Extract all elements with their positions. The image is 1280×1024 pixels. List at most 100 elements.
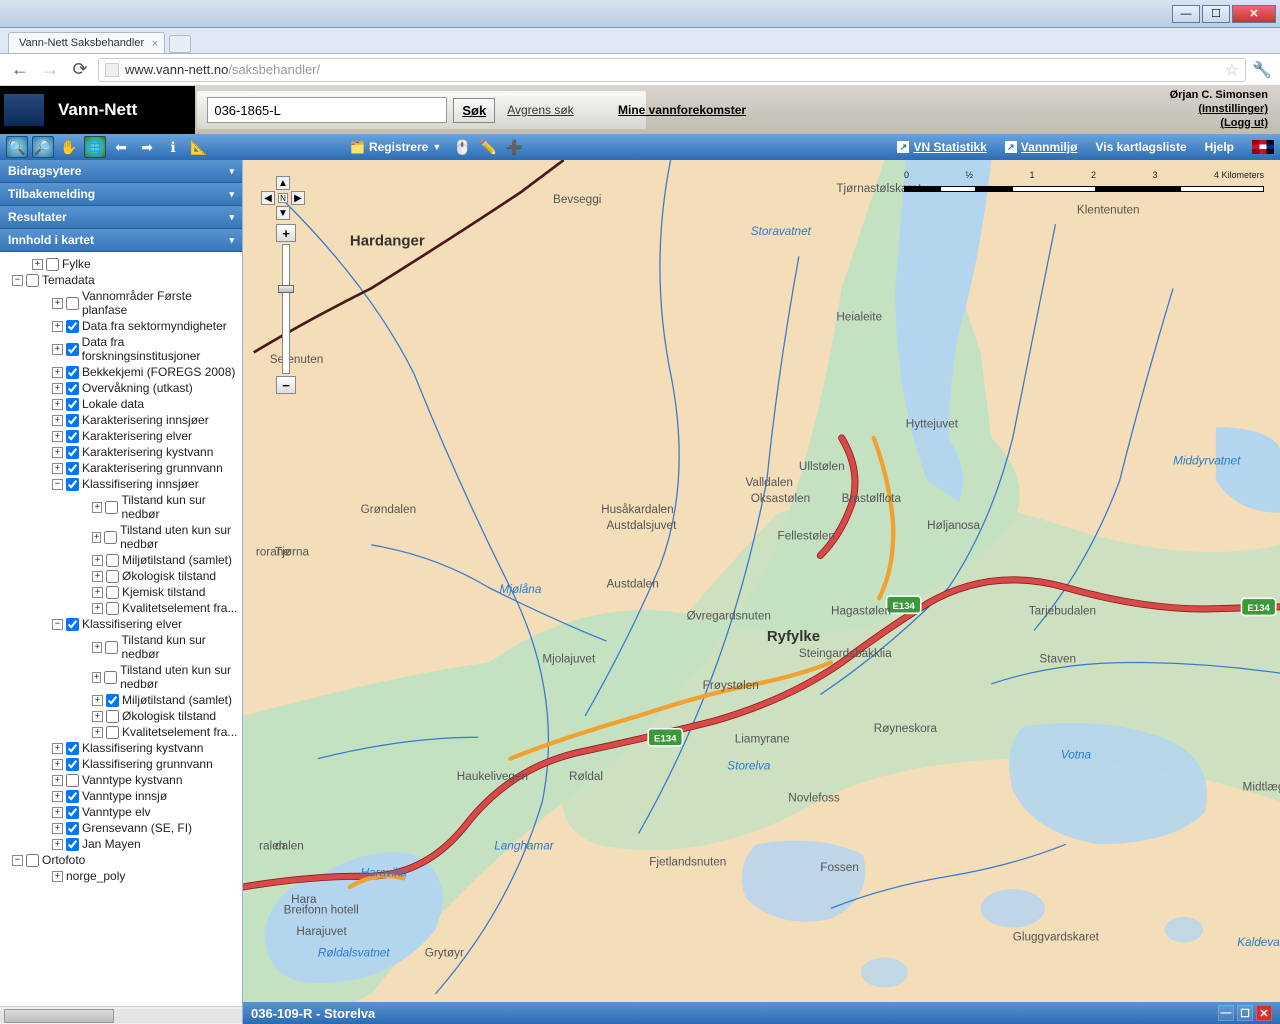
tree-toggle[interactable]: + — [32, 259, 43, 270]
tree-toggle[interactable]: + — [92, 571, 103, 582]
vis-kartlagsliste-link[interactable]: Vis kartlagsliste — [1095, 140, 1186, 154]
pan-north-button[interactable]: ▲ — [276, 176, 290, 190]
tree-toggle[interactable]: + — [52, 447, 63, 458]
layer-checkbox[interactable] — [106, 710, 119, 723]
tree-toggle[interactable]: + — [52, 383, 63, 394]
tree-toggle[interactable]: + — [52, 321, 63, 332]
tree-toggle[interactable]: + — [52, 431, 63, 442]
bookmark-star-icon[interactable]: ☆ — [1225, 60, 1239, 80]
settings-link[interactable]: (Innstillinger) — [1198, 103, 1268, 115]
pan-tool-icon[interactable]: ✋ — [58, 136, 80, 158]
measure-tool-icon[interactable]: 📐 — [188, 136, 210, 158]
browser-tab[interactable]: Vann-Nett Saksbehandler × — [8, 32, 165, 53]
window-maximize-button[interactable]: ☐ — [1202, 5, 1230, 23]
layer-checkbox[interactable] — [66, 806, 79, 819]
window-minimize-button[interactable]: — — [1172, 5, 1200, 23]
pan-center-button[interactable]: N — [278, 193, 288, 203]
layer-checkbox[interactable] — [66, 297, 79, 310]
new-tab-button[interactable] — [169, 35, 191, 53]
sidebar-h-scrollbar[interactable] — [0, 1006, 242, 1024]
tree-toggle[interactable]: + — [92, 711, 103, 722]
vn-statistikk-link[interactable]: ↗VN Statistikk — [897, 140, 986, 154]
layer-checkbox[interactable] — [106, 586, 119, 599]
tree-toggle[interactable]: + — [52, 463, 63, 474]
layer-checkbox[interactable] — [66, 446, 79, 459]
layer-checkbox[interactable] — [66, 822, 79, 835]
tree-toggle[interactable]: + — [92, 603, 103, 614]
tree-toggle[interactable]: + — [92, 587, 103, 598]
pan-east-button[interactable]: ▶ — [291, 191, 305, 205]
tree-toggle[interactable]: + — [92, 727, 103, 738]
panel-min-button[interactable]: — — [1218, 1005, 1234, 1021]
layer-checkbox[interactable] — [66, 320, 79, 333]
layer-tree[interactable]: +Fylke −Temadata +Vannområder Første pla… — [0, 252, 242, 1006]
tree-toggle[interactable]: − — [52, 479, 63, 490]
search-button[interactable]: Søk — [453, 98, 495, 123]
tree-toggle[interactable]: + — [92, 642, 102, 653]
layer-checkbox[interactable] — [105, 641, 118, 654]
tree-toggle[interactable]: + — [52, 743, 63, 754]
layer-checkbox[interactable] — [106, 694, 119, 707]
layer-checkbox[interactable] — [66, 790, 79, 803]
tree-toggle[interactable]: + — [52, 415, 63, 426]
tree-toggle[interactable]: + — [92, 672, 101, 683]
layer-checkbox[interactable] — [66, 343, 79, 356]
layer-checkbox[interactable] — [106, 570, 119, 583]
reload-button[interactable]: ⟳ — [68, 58, 92, 82]
tree-toggle[interactable]: + — [52, 807, 63, 818]
tree-toggle[interactable]: + — [52, 791, 63, 802]
band-resultater[interactable]: Resultater▾ — [0, 206, 242, 229]
layer-checkbox[interactable] — [106, 554, 119, 567]
tree-toggle[interactable]: + — [92, 555, 103, 566]
tree-toggle[interactable]: + — [52, 367, 63, 378]
band-bidragsytere[interactable]: Bidragsytere▾ — [0, 160, 242, 183]
tree-toggle[interactable]: + — [52, 823, 63, 834]
info-tool-icon[interactable]: ℹ — [162, 136, 184, 158]
tree-toggle[interactable]: + — [52, 839, 63, 850]
window-close-button[interactable]: ✕ — [1232, 5, 1276, 23]
tree-toggle[interactable]: + — [92, 532, 101, 543]
tree-toggle[interactable]: − — [12, 855, 23, 866]
tree-toggle[interactable]: + — [52, 298, 63, 309]
layer-checkbox[interactable] — [66, 462, 79, 475]
registrere-menu[interactable]: 🗂️ Registrere ▼ — [344, 140, 447, 154]
panel-close-button[interactable]: ✕ — [1256, 1005, 1272, 1021]
map-canvas[interactable]: E134 E134 E134 Hardanger Ryfylke Bevsegg… — [243, 160, 1280, 1024]
layer-checkbox[interactable] — [66, 366, 79, 379]
layer-checkbox[interactable] — [26, 274, 39, 287]
advanced-search-link[interactable]: Avgrens søk — [507, 103, 573, 117]
zoom-out-button[interactable]: − — [276, 376, 296, 394]
layer-checkbox[interactable] — [104, 671, 117, 684]
layer-checkbox[interactable] — [104, 531, 117, 544]
zoom-track[interactable] — [282, 244, 290, 374]
vannmiljo-link[interactable]: ↗Vannmiljø — [1005, 140, 1078, 154]
hjelp-link[interactable]: Hjelp — [1205, 140, 1234, 154]
close-tab-icon[interactable]: × — [152, 38, 158, 50]
logout-link[interactable]: (Logg ut) — [1220, 117, 1268, 129]
tree-toggle[interactable]: + — [52, 759, 63, 770]
tree-toggle[interactable]: + — [52, 871, 63, 882]
layer-checkbox[interactable] — [66, 414, 79, 427]
zoom-in-tool-icon[interactable]: 🔍 — [6, 136, 28, 158]
pointer-tool-icon[interactable]: 🖱️ — [451, 136, 473, 158]
layer-checkbox[interactable] — [46, 258, 59, 271]
layer-checkbox[interactable] — [106, 726, 119, 739]
full-extent-icon[interactable]: 🌐 — [84, 136, 106, 158]
layer-checkbox[interactable] — [66, 430, 79, 443]
layer-checkbox[interactable] — [66, 398, 79, 411]
language-flag-icon[interactable] — [1252, 140, 1274, 154]
pan-south-button[interactable]: ▼ — [276, 206, 290, 220]
panel-max-button[interactable]: ☐ — [1237, 1005, 1253, 1021]
zoom-out-tool-icon[interactable]: 🔎 — [32, 136, 54, 158]
band-innhold[interactable]: Innhold i kartet▾ — [0, 229, 242, 252]
browser-menu-icon[interactable]: 🔧 — [1252, 60, 1272, 80]
add-feature-icon[interactable]: ➕ — [503, 136, 525, 158]
layer-checkbox[interactable] — [66, 618, 79, 631]
layer-checkbox[interactable] — [66, 742, 79, 755]
layer-checkbox[interactable] — [105, 501, 118, 514]
prev-extent-icon[interactable]: ⬅ — [110, 136, 132, 158]
url-text[interactable]: www.vann-nett.no/saksbehandler/ — [125, 62, 1221, 77]
tree-toggle[interactable]: + — [52, 775, 63, 786]
band-tilbakemelding[interactable]: Tilbakemelding▾ — [0, 183, 242, 206]
layer-checkbox[interactable] — [66, 838, 79, 851]
